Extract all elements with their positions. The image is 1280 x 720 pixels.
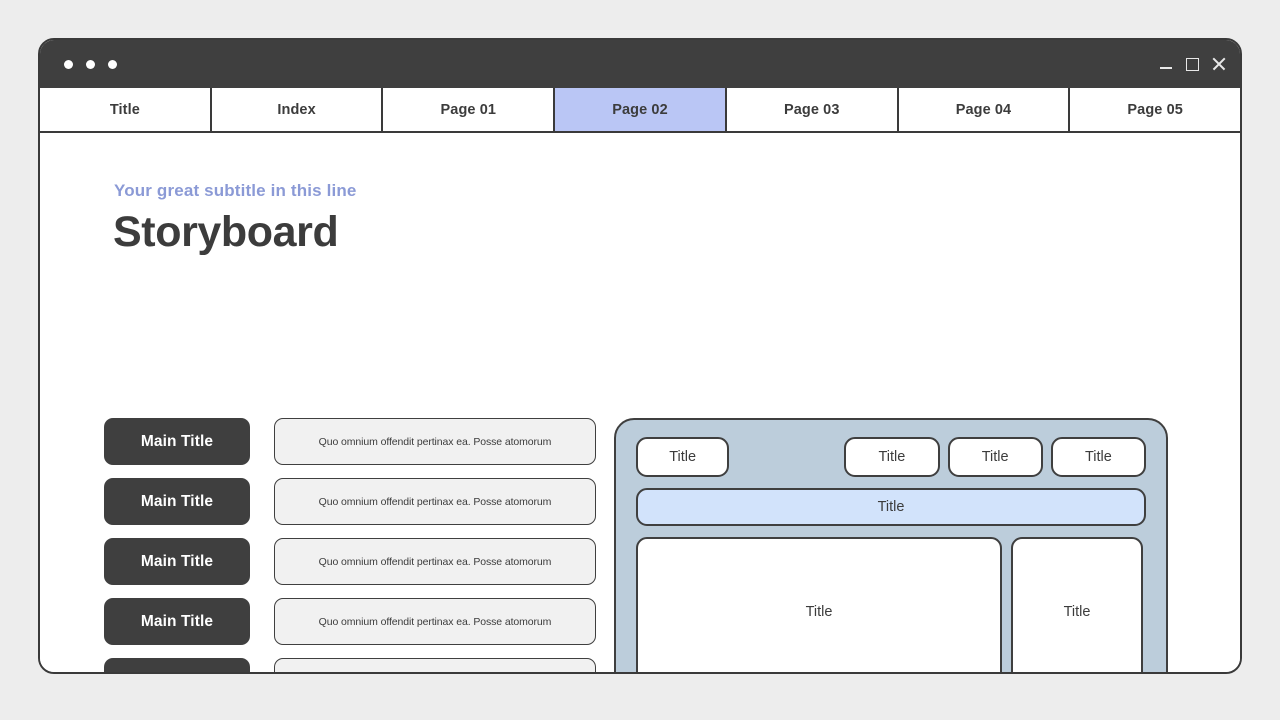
browser-window: Title Index Page 01 Page 02 Page 03 Page…	[38, 38, 1242, 674]
close-icon[interactable]	[1212, 57, 1226, 71]
panel-card-wide[interactable]: Title	[636, 537, 1002, 672]
page-title: Storyboard	[113, 208, 339, 256]
dot-icon	[86, 59, 95, 69]
window-controls	[1159, 57, 1226, 71]
list-item: Main Title Quo omnium offendit pertinax …	[104, 658, 596, 672]
minimize-icon[interactable]	[1159, 57, 1173, 71]
panel-card-row: Title Title	[636, 537, 1146, 672]
main-title-button[interactable]: Main Title	[104, 418, 250, 465]
tab-page-04[interactable]: Page 04	[898, 88, 1071, 131]
tab-page-01[interactable]: Page 01	[383, 88, 556, 131]
description-box: Quo omnium offendit pertinax ea. Posse a…	[274, 418, 596, 465]
tab-page-05[interactable]: Page 05	[1070, 88, 1240, 131]
description-box: Quo omnium offendit pertinax ea. Posse a…	[274, 658, 596, 672]
panel-pill[interactable]: Title	[1050, 437, 1146, 477]
slide-canvas: Your great subtitle in this line Storybo…	[40, 133, 1240, 672]
description-box: Quo omnium offendit pertinax ea. Posse a…	[274, 478, 596, 525]
storyboard-panel: Title Title Title Title Title Title Titl…	[614, 418, 1168, 672]
panel-pill[interactable]: Title	[844, 437, 940, 477]
dot-icon	[108, 59, 117, 69]
main-title-button[interactable]: Main Title	[104, 658, 250, 672]
main-title-button[interactable]: Main Title	[104, 478, 250, 525]
list-item: Main Title Quo omnium offendit pertinax …	[104, 478, 596, 525]
tab-page-02[interactable]: Page 02	[555, 88, 727, 131]
maximize-icon[interactable]	[1186, 57, 1199, 71]
left-item-list: Main Title Quo omnium offendit pertinax …	[104, 418, 596, 672]
slide-subtitle: Your great subtitle in this line	[114, 181, 357, 200]
list-item: Main Title Quo omnium offendit pertinax …	[104, 538, 596, 585]
tab-page-03[interactable]: Page 03	[726, 88, 899, 131]
main-title-button[interactable]: Main Title	[104, 538, 250, 585]
panel-banner[interactable]: Title	[636, 488, 1146, 526]
panel-pill[interactable]: Title	[947, 437, 1043, 477]
main-title-button[interactable]: Main Title	[104, 598, 250, 645]
panel-pill-row: Title Title Title Title	[636, 437, 1146, 477]
list-item: Main Title Quo omnium offendit pertinax …	[104, 418, 596, 465]
description-box: Quo omnium offendit pertinax ea. Posse a…	[274, 538, 596, 585]
tab-index[interactable]: Index	[211, 88, 384, 131]
tab-bar: Title Index Page 01 Page 02 Page 03 Page…	[40, 88, 1240, 133]
tab-title[interactable]: Title	[40, 88, 212, 131]
window-dots	[64, 59, 117, 69]
panel-pill[interactable]: Title	[636, 437, 730, 477]
dot-icon	[64, 59, 73, 69]
window-titlebar	[40, 40, 1240, 88]
panel-card-narrow[interactable]: Title	[1011, 537, 1143, 672]
list-item: Main Title Quo omnium offendit pertinax …	[104, 598, 596, 645]
description-box: Quo omnium offendit pertinax ea. Posse a…	[274, 598, 596, 645]
